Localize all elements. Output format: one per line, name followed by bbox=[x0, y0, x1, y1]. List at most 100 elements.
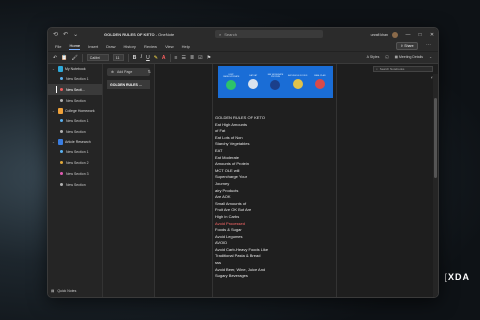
meeting-details-button[interactable]: ▦ Meeting Details bbox=[395, 55, 423, 59]
maximize-icon[interactable]: □ bbox=[414, 32, 426, 38]
section-item[interactable]: New Section 1 bbox=[48, 73, 102, 84]
menu-home[interactable]: Home bbox=[69, 43, 81, 50]
back-icon[interactable]: ⟲ bbox=[53, 32, 58, 38]
section-item[interactable]: New Section bbox=[48, 126, 102, 137]
tag-icon[interactable]: ⚑ bbox=[207, 55, 211, 61]
note-line[interactable]: Avoid Beer, Wine, Juice And bbox=[215, 267, 268, 274]
section-label: New Section bbox=[66, 98, 86, 103]
minimize-icon[interactable]: — bbox=[402, 32, 414, 38]
close-icon[interactable]: ✕ bbox=[426, 32, 438, 38]
italic-button[interactable]: I bbox=[140, 55, 142, 60]
font-select[interactable]: Calibri bbox=[86, 54, 109, 61]
note-line[interactable]: Sugary Beverages bbox=[215, 273, 268, 280]
note-line[interactable]: Eat Lots of Non bbox=[215, 135, 268, 142]
bold-button[interactable]: B bbox=[133, 55, 137, 61]
infographic-item: EAT WHOLE FOODS bbox=[288, 75, 308, 90]
format-painter-icon[interactable]: 🖌 bbox=[71, 55, 77, 61]
page-item[interactable]: GOLDEN RULES ... bbox=[107, 80, 150, 89]
undo-icon[interactable]: ↶ bbox=[63, 32, 68, 38]
note-line[interactable]: EAT bbox=[215, 148, 268, 155]
note-line[interactable]: Traditional Pasta & Bread bbox=[215, 253, 268, 260]
note-page[interactable]: LIMIT CARBOHYDRATE EAT FAT EAT MODERATE PR… bbox=[212, 64, 337, 297]
quick-notes[interactable]: ▤ Quick Notes bbox=[51, 289, 76, 293]
notebook-item[interactable]: ⌄ My Notebook bbox=[48, 64, 102, 73]
section-item[interactable]: New Section 1 bbox=[48, 115, 102, 126]
note-line[interactable]: Small Amounts of bbox=[215, 201, 268, 208]
add-page-button[interactable]: ⊕ Add Page bbox=[107, 68, 150, 76]
section-item[interactable]: New Section 3 bbox=[48, 168, 102, 179]
note-line[interactable]: Fruit Are OK But Are bbox=[215, 207, 268, 214]
quick-notes-icon: ▤ bbox=[51, 289, 55, 293]
undo-icon[interactable]: ↶ bbox=[53, 55, 57, 61]
section-item[interactable]: New Section 1 bbox=[48, 146, 102, 157]
share-button[interactable]: ⇪ Share bbox=[396, 42, 418, 50]
numbering-icon[interactable]: ☰ bbox=[181, 55, 185, 61]
section-item[interactable]: New Section bbox=[48, 179, 102, 190]
avatar[interactable] bbox=[392, 31, 398, 38]
notebook-search-input[interactable]: ⌕ Search Notebooks bbox=[373, 66, 433, 72]
dropdown-icon[interactable]: ⌄ bbox=[73, 32, 78, 38]
section-color-icon bbox=[60, 183, 63, 186]
infographic-icon bbox=[270, 80, 281, 91]
note-line[interactable]: Avoid Legumes bbox=[215, 234, 268, 241]
section-label: New Section 1 bbox=[66, 149, 89, 154]
bullets-icon[interactable]: ≡ bbox=[175, 55, 178, 61]
section-item[interactable]: New Section bbox=[48, 95, 102, 106]
note-line[interactable]: Amounts of Protein bbox=[215, 161, 268, 168]
note-line[interactable]: Are AOK bbox=[215, 194, 268, 201]
styles-button[interactable]: A Styles bbox=[367, 55, 380, 59]
note-line[interactable]: Supercharge Your bbox=[215, 174, 268, 181]
note-line[interactable]: AVOID bbox=[215, 240, 268, 247]
underline-button[interactable]: U bbox=[146, 55, 150, 61]
tags-icon[interactable]: ◱ bbox=[385, 55, 388, 59]
menu-help[interactable]: Help bbox=[182, 44, 190, 49]
section-item[interactable]: New Section 2 bbox=[48, 157, 102, 168]
infographic-item: MEAL PLAN bbox=[310, 75, 330, 90]
infographic-item: EAT MODERATE PROTEIN bbox=[265, 74, 285, 91]
menu-view[interactable]: View bbox=[165, 44, 174, 49]
menu-history[interactable]: History bbox=[123, 44, 135, 49]
section-item[interactable]: New Secti... bbox=[48, 84, 102, 95]
user-name[interactable]: unrafi khan bbox=[371, 33, 388, 37]
note-line[interactable]: of Fat bbox=[215, 128, 268, 135]
notebook-item[interactable]: ⌄ Article Research bbox=[48, 137, 102, 146]
notebook-label: College Homework bbox=[65, 108, 95, 113]
menu-review[interactable]: Review bbox=[144, 44, 157, 49]
more-icon[interactable]: ⌄ bbox=[429, 55, 432, 59]
menu-insert[interactable]: Insert bbox=[88, 44, 98, 49]
section-color-icon bbox=[60, 150, 63, 153]
note-line[interactable]: airy Products bbox=[215, 188, 268, 195]
infographic-item: LIMIT CARBOHYDRATE bbox=[221, 74, 241, 91]
note-line[interactable]: MCT OLE will bbox=[215, 168, 268, 175]
notebook-item[interactable]: ⌄ College Homework bbox=[48, 106, 102, 115]
note-text[interactable]: GOLDEN RULES OF KETO Eat High Amounts of F… bbox=[215, 115, 268, 280]
note-line[interactable]: High in Carbs bbox=[215, 214, 268, 221]
note-line[interactable]: Avoid Carb-Heavy Foods Like bbox=[215, 247, 268, 254]
note-line[interactable]: sss bbox=[215, 260, 268, 267]
vertical-scrollbar[interactable] bbox=[433, 74, 438, 297]
section-color-icon bbox=[60, 172, 63, 175]
note-line[interactable]: Avoid Processed bbox=[215, 221, 268, 228]
title-search-box[interactable]: ⌕ Search bbox=[215, 30, 323, 38]
section-label: New Section bbox=[66, 182, 86, 187]
notebook-icon bbox=[58, 107, 63, 114]
note-line[interactable]: Eat High Amounts bbox=[215, 122, 268, 129]
note-line[interactable]: Starchy Vegetables bbox=[215, 141, 268, 148]
note-line[interactable]: Eat Moderate bbox=[215, 155, 268, 162]
checkbox-icon[interactable]: ☑ bbox=[198, 55, 202, 61]
menu-draw[interactable]: Draw bbox=[106, 44, 115, 49]
more-options-icon[interactable]: ⋯ bbox=[426, 42, 431, 48]
font-color-button[interactable]: A bbox=[162, 55, 166, 61]
scrollbar-thumb[interactable] bbox=[434, 98, 437, 178]
menu-file[interactable]: File bbox=[55, 44, 61, 49]
note-line[interactable]: Journey bbox=[215, 181, 268, 188]
clipboard-icon[interactable]: 📋 bbox=[61, 55, 67, 61]
note-line[interactable]: GOLDEN RULES OF KETO bbox=[215, 115, 268, 122]
infographic-icon bbox=[314, 79, 325, 90]
highlight-icon[interactable]: ✎ bbox=[154, 55, 158, 61]
font-size-select[interactable]: 11 bbox=[112, 54, 124, 61]
sort-icon[interactable]: ⇅ bbox=[148, 69, 151, 74]
align-icon[interactable]: ≣ bbox=[190, 55, 194, 61]
ribbon: ↶ 📋 🖌 Calibri 11 B I U ✎ A ≡ ☰ ≣ ☑ ⚑ A S… bbox=[48, 51, 438, 64]
note-line[interactable]: Foods & Sugar bbox=[215, 227, 268, 234]
